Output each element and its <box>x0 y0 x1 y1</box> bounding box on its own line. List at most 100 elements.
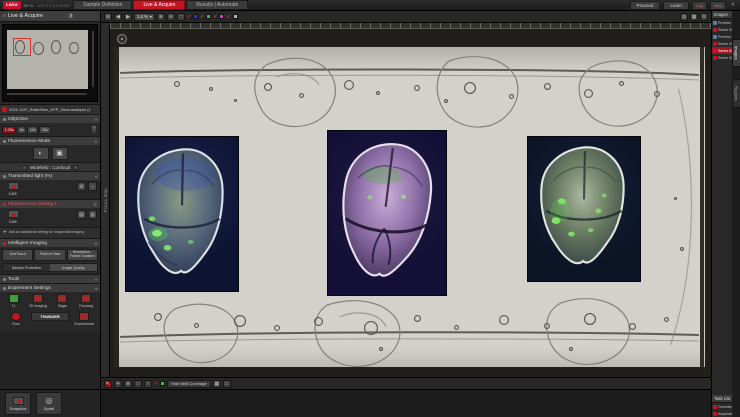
tab-regions[interactable]: Regions <box>731 78 740 109</box>
task-label: Overview <box>718 404 732 409</box>
channel-chip-gfp[interactable] <box>206 14 212 19</box>
help-button[interactable]: Help <box>709 0 726 10</box>
task-list-item[interactable]: Overview <box>712 403 732 410</box>
widefield-confocal-toggle[interactable]: Widefield : Confocal <box>0 162 100 171</box>
channel-chip-dapi[interactable] <box>193 14 199 19</box>
annotation-icon[interactable]: ▦ <box>212 379 221 388</box>
intelligent-imaging-header[interactable]: Intelligent Imaging ▾ <box>0 238 100 247</box>
tilescan-region-2[interactable] <box>328 131 446 295</box>
resolution-frame-duration-button[interactable]: Resolution - Frame Duration <box>66 249 98 261</box>
tilescan-region-3[interactable] <box>528 137 640 281</box>
tab-live-acquire[interactable]: Live & Acquire <box>133 0 186 10</box>
flow-button[interactable]: Flow <box>2 312 30 330</box>
grid-overlay-icon[interactable]: ▦ <box>690 12 698 21</box>
measure-icon[interactable]: ▭ <box>222 379 231 388</box>
zoom-tool-icon[interactable]: ⊕ <box>124 379 132 388</box>
focusing-button[interactable]: Focusing <box>75 294 98 310</box>
objective-option-4[interactable]: 40x <box>39 125 51 134</box>
fluo-live-button[interactable]: Live <box>3 210 23 224</box>
overlay-check-icon[interactable]: ✓ <box>154 381 158 387</box>
pointer-tool-icon[interactable]: ↖ <box>104 379 112 388</box>
navigator-hscrollbar[interactable] <box>7 93 87 95</box>
tab-results-automate[interactable]: Results | Automate <box>186 0 249 10</box>
next-icon[interactable]: ▶ <box>124 12 132 21</box>
navigator-current-view-rect[interactable] <box>13 38 31 56</box>
channel-chip-tl[interactable] <box>232 14 238 19</box>
add-sequential-setting[interactable]: + Add an additional setting for sequenti… <box>0 227 100 238</box>
channel-check-icon[interactable]: ✓ <box>200 14 204 20</box>
onetouch-button[interactable]: OneTouch <box>2 249 34 261</box>
viewer-canvas[interactable]: Focus Map <box>101 23 711 377</box>
snapshot-button[interactable]: Snapshot <box>5 392 31 415</box>
channel-check-icon[interactable]: ✓ <box>226 14 230 20</box>
rectangle-tool-icon[interactable]: □ <box>134 379 142 388</box>
pan-tool-icon[interactable]: ✛ <box>114 379 122 388</box>
tools-header[interactable]: Tools ▾ <box>0 274 100 283</box>
fluo-shutter-icon[interactable]: ◍ <box>88 210 97 219</box>
project-row[interactable]: 2021-1197_BrainSlice_GFP_Neuroanalysis (… <box>0 104 100 114</box>
fit-view-icon[interactable]: □ <box>176 12 185 21</box>
protection-quality-toggle[interactable]: Sample Protection Image Quality <box>2 263 98 272</box>
zoom-out-icon[interactable]: ⊖ <box>166 12 175 21</box>
widefield-mode-button[interactable]: ◐ <box>32 147 49 160</box>
experiment-settings-header[interactable]: Experiment Settings ▾ <box>0 283 100 292</box>
fluo-filter-icon[interactable]: ▤ <box>77 210 86 219</box>
channel-chip-rfp[interactable] <box>219 14 225 19</box>
close-icon[interactable]: ✕ <box>729 2 737 8</box>
sample-protection-option[interactable]: Sample Protection <box>3 264 50 271</box>
fluorescence-mode-header[interactable]: Fluorescence Mode ▾ <box>0 136 100 145</box>
hide-well-coverage-button[interactable]: Hide Well Coverage <box>167 379 211 388</box>
image-tree-item[interactable]: Series 001 <box>712 26 732 33</box>
objective-option-1[interactable]: 1.25x <box>2 125 17 134</box>
tab-images[interactable]: Images <box>731 39 740 67</box>
contrast-mode-button[interactable]: ▣ <box>51 147 68 160</box>
image-tree-item[interactable]: Series 002 <box>712 40 732 47</box>
settings-icon[interactable]: ⚙ <box>700 12 708 21</box>
channel-check-icon[interactable]: ✓ <box>187 14 191 20</box>
stage-button[interactable]: Stage <box>51 294 74 310</box>
field-of-view-button[interactable]: Field of View <box>34 249 66 261</box>
fluorescence-setting-header[interactable]: Fluorescence Setting 1 ⚙ <box>0 199 100 208</box>
objective-section-header[interactable]: Objective ▾ <box>0 114 100 123</box>
tilescan-region-1[interactable] <box>126 137 238 291</box>
zoom-in-icon[interactable]: ⊕ <box>156 12 165 21</box>
image-quality-option[interactable]: Image Quality <box>50 264 97 271</box>
pin-icon[interactable]: ◨ <box>68 13 97 19</box>
tl-settings-icon[interactable]: ⚙ <box>77 182 86 191</box>
image-tree-item[interactable]: Preview 001 <box>712 19 732 26</box>
focus-map-strip[interactable]: Focus Map <box>101 23 110 377</box>
gear-icon[interactable]: ⚙ <box>93 202 97 207</box>
image-tree-item[interactable]: Series 004 <box>712 54 732 61</box>
task-list-item[interactable]: Acquisition <box>712 410 732 417</box>
overlay-icon[interactable]: ◍ <box>680 12 688 21</box>
tl-setting-button[interactable]: TL <box>2 294 25 310</box>
lut-chip[interactable] <box>160 381 166 386</box>
tl-live-button[interactable]: Live <box>3 182 23 196</box>
channel-check-icon[interactable]: ✓ <box>213 14 217 20</box>
image-tree-item-selected[interactable]: Series 003 <box>712 47 732 54</box>
proceed-button[interactable]: Proceed <box>629 0 661 10</box>
log-button[interactable]: Log <box>691 0 707 10</box>
stage-home-icon[interactable] <box>117 34 127 44</box>
image-icon <box>713 55 717 60</box>
tl-lamp-icon[interactable]: ☼ <box>88 182 97 191</box>
tab-sample-definition[interactable]: Sample Definition <box>73 0 133 10</box>
circle-tool-icon[interactable]: ○ <box>144 379 152 388</box>
menu-icon[interactable]: ≡ <box>3 13 6 19</box>
spiral-button[interactable]: ◎ Spiral <box>36 392 62 415</box>
navigator-vscrollbar[interactable] <box>92 31 94 87</box>
learn-button[interactable]: Learn <box>663 0 689 10</box>
3d-imaging-button[interactable]: 3D Imaging <box>26 294 49 310</box>
objective-option-2[interactable]: 5x <box>17 125 27 134</box>
layout-grid-icon[interactable]: ⊞ <box>104 12 112 21</box>
image-tree-item[interactable]: Preview 002 <box>712 33 732 40</box>
prev-icon[interactable]: ◀ <box>114 12 122 21</box>
thunder-button[interactable]: THUNDER <box>30 312 70 330</box>
beta-badge: BETA <box>23 2 34 8</box>
environment-button[interactable]: Environment <box>70 312 98 330</box>
objective-option-3[interactable]: 10x <box>27 125 39 134</box>
slide[interactable] <box>114 47 705 367</box>
stage-navigator[interactable] <box>2 24 98 102</box>
zoom-select[interactable]: 1.4 % ▾ <box>134 12 155 21</box>
transmitted-light-header[interactable]: Transmitted light (%) ▾ <box>0 171 100 180</box>
